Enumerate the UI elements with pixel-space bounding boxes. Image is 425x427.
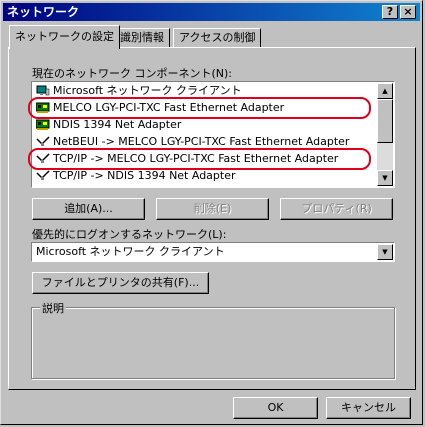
- scroll-thumb[interactable]: [377, 99, 393, 143]
- ok-button[interactable]: OK: [233, 397, 318, 419]
- help-button[interactable]: ?: [382, 5, 398, 19]
- protocol-icon: [36, 136, 50, 146]
- list-item[interactable]: MELCO LGY-PCI-TXC Fast Ethernet Adapter: [34, 99, 374, 116]
- logon-select-value: Microsoft ネットワーク クライアント: [36, 245, 225, 258]
- list-item[interactable]: Microsoft ネットワーク クライアント: [34, 82, 374, 99]
- logon-label: 優先的にログオンするネットワーク(L):: [32, 228, 227, 241]
- protocol-icon: [36, 170, 50, 180]
- adapter-icon: [36, 119, 50, 130]
- list-item-label: NDIS 1394 Net Adapter: [53, 118, 182, 131]
- scroll-up-icon[interactable]: ▲: [377, 83, 393, 99]
- description-legend: 説明: [40, 300, 66, 316]
- list-item[interactable]: TCP/IP -> NDIS 1394 Net Adapter: [34, 167, 374, 184]
- list-item-label: Microsoft ネットワーク クライアント: [53, 84, 242, 97]
- list-item[interactable]: NetBEUI -> MELCO LGY-PCI-TXC Fast Ethern…: [34, 133, 374, 150]
- title-bar[interactable]: ネットワーク ? ×: [3, 3, 420, 21]
- properties-button[interactable]: プロパティ(R): [280, 198, 393, 220]
- list-item[interactable]: NDIS 1394 Net Adapter: [34, 116, 374, 133]
- tab-identification[interactable]: 識別情報: [114, 28, 170, 48]
- client-icon: [36, 85, 50, 96]
- protocol-icon: [36, 153, 50, 163]
- add-button[interactable]: 追加(A)...: [32, 198, 145, 220]
- file-print-sharing-button[interactable]: ファイルとプリンタの共有(F)...: [32, 272, 209, 294]
- list-item[interactable]: TCP/IP -> MELCO LGY-PCI-TXC Fast Etherne…: [34, 150, 374, 167]
- cancel-button[interactable]: キャンセル: [326, 397, 411, 419]
- tab-access-control[interactable]: アクセスの制御: [173, 28, 262, 48]
- components-listbox[interactable]: Microsoft ネットワーク クライアント MELCO LGY-PCI-TX…: [31, 81, 395, 188]
- window-title: ネットワーク: [7, 5, 80, 19]
- chevron-down-icon[interactable]: ▼: [377, 244, 393, 260]
- logon-select[interactable]: Microsoft ネットワーク クライアント ▼: [31, 242, 395, 262]
- close-button[interactable]: ×: [400, 5, 416, 19]
- tab-network-settings[interactable]: ネットワークの設定: [9, 25, 120, 49]
- components-label: 現在のネットワーク コンポーネント(N):: [32, 67, 233, 80]
- list-item-label: TCP/IP -> NDIS 1394 Net Adapter: [53, 169, 236, 182]
- list-item-label: NetBEUI -> MELCO LGY-PCI-TXC Fast Ethern…: [53, 135, 350, 148]
- scroll-down-icon[interactable]: ▼: [377, 170, 393, 186]
- list-item-label: MELCO LGY-PCI-TXC Fast Ethernet Adapter: [53, 101, 285, 114]
- vertical-scrollbar[interactable]: ▲ ▼: [377, 83, 393, 186]
- list-item-label: TCP/IP -> MELCO LGY-PCI-TXC Fast Etherne…: [53, 152, 339, 165]
- network-dialog: ネットワーク ? × ネットワークの設定 識別情報 アクセスの制御 現在のネット…: [0, 0, 423, 425]
- adapter-icon: [36, 102, 50, 113]
- description-group: 説明: [31, 300, 395, 379]
- remove-button[interactable]: 削除(E): [156, 198, 269, 220]
